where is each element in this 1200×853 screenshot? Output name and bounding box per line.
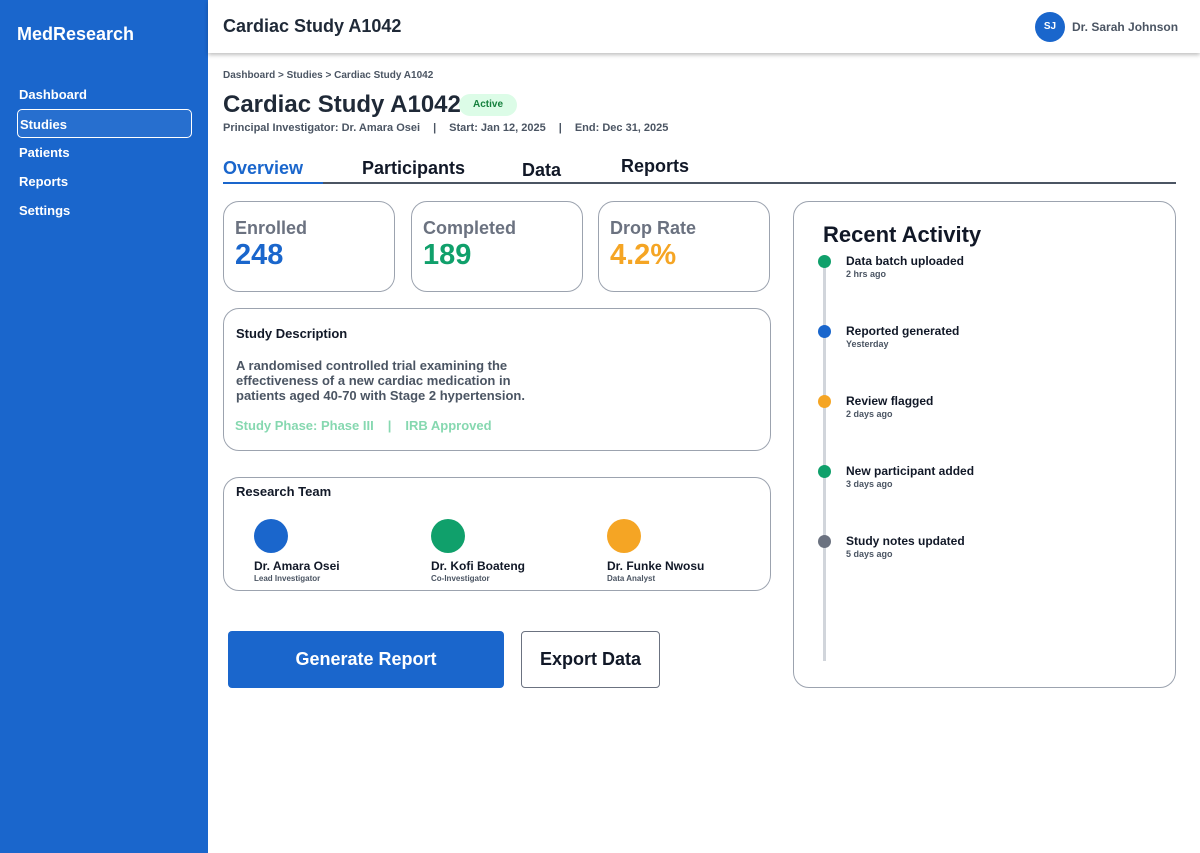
tab-reports[interactable]: Reports: [621, 156, 689, 177]
top-header: Cardiac Study A1042 SJ Dr. Sarah Johnson: [208, 0, 1200, 53]
stat-card-enrolled: Enrolled 248: [223, 201, 395, 292]
activity-text: Reported generated: [846, 324, 960, 338]
activity-text: New participant added: [846, 464, 975, 478]
activity-time: Yesterday: [846, 339, 889, 349]
sidebar-item-patients[interactable]: Patients: [17, 138, 192, 167]
member-role: Lead Investigator: [254, 574, 321, 583]
stat-label: Completed: [423, 218, 517, 238]
study-phase: Study Phase: Phase III: [235, 418, 374, 433]
stat-value: 189: [423, 239, 472, 271]
stat-label: Enrolled: [235, 218, 308, 238]
study-phase-meta: Study Phase: Phase III | IRB Approved: [235, 418, 492, 433]
member-role: Co-Investigator: [431, 574, 490, 583]
meta-separator: |: [387, 418, 392, 433]
member-name: Dr. Amara Osei: [254, 559, 340, 573]
irb-status: IRB Approved: [405, 418, 492, 433]
member-avatar: [607, 519, 641, 553]
status-dot-icon: [818, 465, 831, 478]
member-avatar: [254, 519, 288, 553]
activity-text: Study notes updated: [846, 534, 965, 548]
stat-card-drop-rate: Drop Rate 4.2%: [598, 201, 770, 292]
brand-logo[interactable]: MedResearch: [17, 24, 134, 45]
page-title: Cardiac Study A1042: [223, 91, 461, 118]
activity-title: Recent Activity: [823, 222, 982, 247]
tab-bar: Overview Participants Data Reports: [223, 155, 1176, 184]
breadcrumb[interactable]: Dashboard > Studies > Cardiac Study A104…: [223, 70, 433, 81]
recent-activity-card: Recent Activity Data batch uploaded 2 hr…: [793, 201, 1176, 688]
tab-participants[interactable]: Participants: [362, 158, 465, 179]
start-date: Start: Jan 12, 2025: [449, 122, 546, 134]
sidebar-nav: Dashboard Studies Patients Reports Setti…: [17, 80, 192, 225]
generate-report-button[interactable]: Generate Report: [228, 631, 504, 688]
activity-time: 5 days ago: [846, 549, 893, 559]
stat-card-completed: Completed 189: [411, 201, 583, 292]
status-dot-icon: [818, 395, 831, 408]
header-title: Cardiac Study A1042: [223, 16, 402, 36]
sidebar-item-settings[interactable]: Settings: [17, 196, 192, 225]
card-title: Study Description: [236, 326, 348, 341]
study-description-card: Study Description A randomised controlle…: [223, 308, 771, 451]
stat-value: 4.2%: [610, 239, 677, 271]
member-avatar: [431, 519, 465, 553]
member-name: Dr. Funke Nwosu: [607, 559, 705, 573]
timeline-line: [823, 262, 826, 661]
sidebar-item-dashboard[interactable]: Dashboard: [17, 80, 192, 109]
meta-separator: |: [558, 122, 562, 134]
meta-separator: |: [433, 122, 437, 134]
team-member[interactable]: Dr. Funke Nwosu Data Analyst: [607, 519, 747, 583]
stat-value: 248: [235, 239, 284, 271]
status-dot-icon: [818, 325, 831, 338]
end-date: End: Dec 31, 2025: [574, 122, 669, 134]
description-text: A randomised controlled trial examining …: [236, 358, 525, 403]
principal-investigator: Principal Investigator: Dr. Amara Osei: [223, 122, 421, 134]
sidebar-item-reports[interactable]: Reports: [17, 167, 192, 196]
active-tab-indicator: [223, 182, 323, 184]
card-title: Research Team: [236, 484, 332, 499]
sidebar-item-studies[interactable]: Studies: [17, 109, 192, 138]
study-meta: Principal Investigator: Dr. Amara Osei | S…: [223, 122, 668, 134]
status-badge: Active: [459, 94, 517, 116]
user-avatar[interactable]: SJ: [1035, 12, 1065, 42]
status-dot-icon: [818, 535, 831, 548]
user-name[interactable]: Dr. Sarah Johnson: [1072, 20, 1178, 34]
activity-time: 3 days ago: [846, 479, 893, 489]
team-member[interactable]: Dr. Amara Osei Lead Investigator: [254, 519, 394, 583]
activity-text: Review flagged: [846, 394, 934, 408]
activity-text: Data batch uploaded: [846, 254, 965, 268]
status-dot-icon: [818, 255, 831, 268]
tab-data[interactable]: Data: [522, 160, 561, 181]
member-name: Dr. Kofi Boateng: [431, 559, 526, 573]
export-data-button[interactable]: Export Data: [521, 631, 660, 688]
activity-time: 2 days ago: [846, 409, 893, 419]
research-team-card: Research Team Dr. Amara Osei Lead Invest…: [223, 477, 771, 591]
sidebar: MedResearch Dashboard Studies Patients R…: [0, 0, 208, 853]
member-role: Data Analyst: [607, 574, 656, 583]
activity-time: 2 hrs ago: [846, 269, 887, 279]
stat-label: Drop Rate: [610, 218, 697, 238]
team-member[interactable]: Dr. Kofi Boateng Co-Investigator: [431, 519, 571, 583]
tab-overview[interactable]: Overview: [223, 158, 303, 179]
